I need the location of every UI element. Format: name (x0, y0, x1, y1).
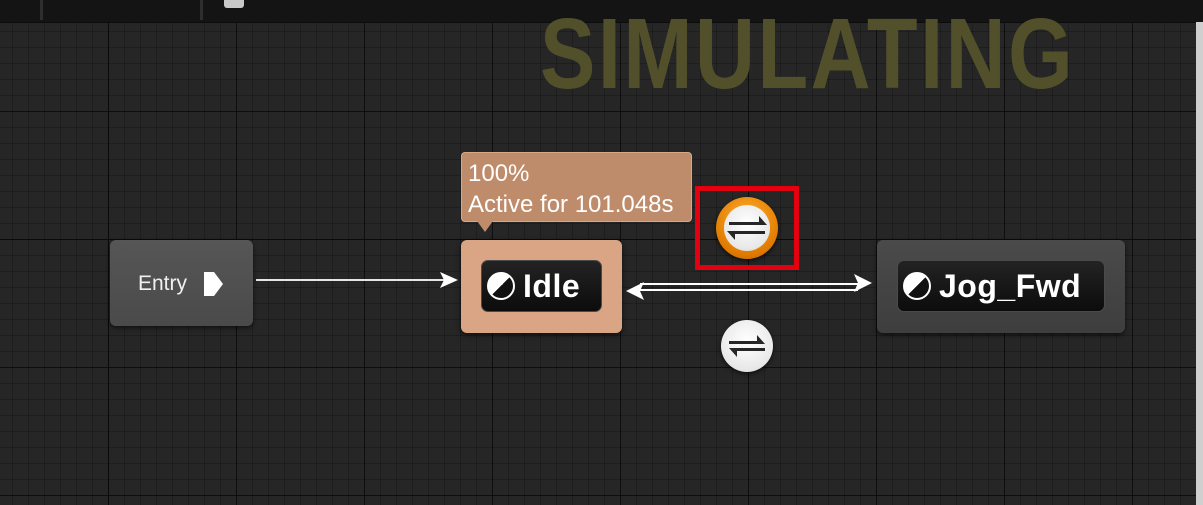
active-state-tooltip: 100% Active for 101.048s (461, 152, 692, 222)
transition-jog-fwd-to-idle[interactable] (721, 320, 773, 372)
tooltip-active-time: Active for 101.048s (468, 191, 674, 218)
state-icon (487, 272, 515, 300)
entry-label: Entry (138, 272, 188, 295)
panel-edge (1196, 22, 1203, 505)
state-title-idle[interactable]: Idle (481, 260, 602, 312)
state-label-idle: Idle (523, 267, 581, 304)
state-node-jog-fwd[interactable]: Jog_Fwd (877, 240, 1125, 333)
state-icon (903, 272, 931, 300)
entry-node[interactable]: Entry (110, 240, 253, 326)
state-node-idle[interactable]: Idle (461, 240, 622, 333)
tooltip-weight: 100% (468, 160, 530, 187)
tooltip-pointer (477, 221, 493, 232)
state-title-jog-fwd[interactable]: Jog_Fwd (897, 260, 1105, 312)
highlight-box (695, 186, 799, 270)
swap-arrows-icon (729, 335, 765, 357)
state-label-jog-fwd: Jog_Fwd (939, 267, 1082, 304)
entry-output-pin-icon[interactable] (202, 271, 224, 297)
